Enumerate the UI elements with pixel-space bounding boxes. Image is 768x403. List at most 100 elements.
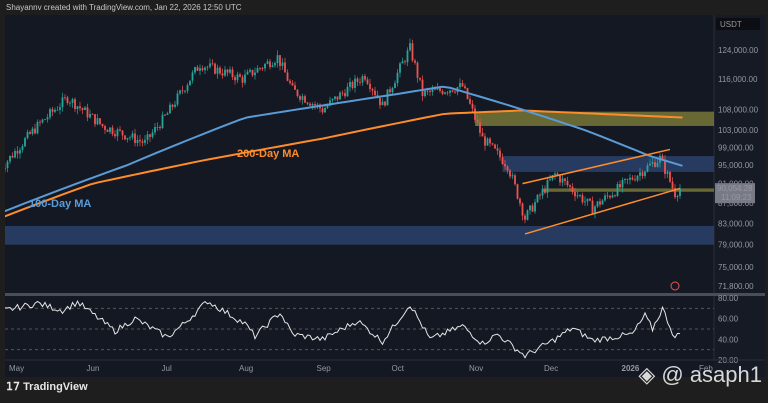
- candle: [294, 85, 296, 90]
- time-tick: Oct: [392, 364, 405, 373]
- candle: [396, 72, 399, 84]
- candle: [169, 104, 171, 114]
- candle: [646, 165, 649, 172]
- candle: [394, 83, 396, 89]
- price-tick: 108,000.00: [718, 106, 759, 115]
- candle: [509, 170, 511, 177]
- candle: [356, 78, 359, 82]
- candle: [386, 89, 389, 106]
- candle: [656, 162, 659, 167]
- candle: [156, 126, 159, 128]
- candle: [304, 96, 306, 103]
- candle: [224, 69, 226, 76]
- price-tick: 83,000.00: [718, 219, 754, 228]
- candle: [616, 184, 619, 196]
- chart-canvas[interactable]: 200-Day MA 100-Day MA USDT 124,000.00 116,00…: [5, 15, 765, 377]
- rsi-tick: 80.00: [718, 294, 739, 303]
- candle: [524, 215, 526, 220]
- candle: [79, 106, 81, 109]
- price-chart[interactable]: 200-Day MA 100-Day MA USDT 124,000.00 116,00…: [5, 15, 765, 377]
- candle: [441, 90, 444, 94]
- candle: [279, 55, 281, 66]
- candle: [536, 194, 539, 203]
- candle: [134, 133, 136, 143]
- candle: [549, 179, 551, 181]
- candle: [506, 166, 509, 171]
- rsi-tick: 40.00: [718, 335, 739, 344]
- candle: [591, 200, 594, 214]
- candle: [514, 175, 516, 185]
- candle: [204, 67, 206, 71]
- candle: [471, 103, 474, 109]
- candle: [5, 168, 6, 170]
- candle: [371, 89, 374, 91]
- candle: [339, 92, 341, 100]
- zone: [542, 188, 714, 192]
- lightning-icon[interactable]: [670, 281, 680, 291]
- last-price: 90,054.28: [717, 184, 753, 193]
- candle: [76, 106, 79, 110]
- candle: [36, 121, 39, 134]
- candle: [211, 63, 214, 65]
- candle: [366, 79, 369, 84]
- candle: [114, 134, 116, 137]
- candle: [54, 109, 56, 112]
- candle: [636, 175, 639, 181]
- pane-divider[interactable]: [5, 293, 765, 296]
- candle: [586, 198, 589, 202]
- candle: [46, 117, 49, 120]
- candle: [621, 179, 624, 188]
- candle: [234, 77, 236, 81]
- candle: [104, 126, 106, 130]
- candle: [124, 135, 126, 140]
- candle: [584, 201, 586, 203]
- candle: [379, 97, 381, 106]
- candle: [191, 72, 194, 81]
- candle: [424, 90, 426, 96]
- candle: [174, 104, 176, 107]
- ma200-label: 200-Day MA: [237, 148, 299, 160]
- candle: [531, 205, 534, 212]
- candle: [614, 195, 616, 197]
- candle: [306, 102, 309, 104]
- candle: [341, 92, 344, 94]
- candle: [604, 195, 606, 201]
- candle: [421, 79, 424, 96]
- candle: [299, 96, 301, 100]
- candle: [81, 108, 84, 111]
- candle: [101, 123, 104, 127]
- candle: [129, 137, 131, 139]
- candle: [374, 90, 376, 96]
- candle: [644, 171, 646, 177]
- candle: [19, 149, 21, 154]
- candle: [206, 66, 209, 68]
- candle: [354, 78, 356, 88]
- candle: [461, 83, 464, 87]
- candle: [449, 90, 451, 93]
- candle: [671, 181, 674, 189]
- candle: [629, 177, 631, 180]
- candle: [479, 122, 481, 133]
- candle: [609, 196, 611, 198]
- candle: [71, 99, 74, 103]
- candle: [649, 163, 651, 166]
- candle: [311, 104, 314, 106]
- rsi-tick: 60.00: [718, 315, 739, 324]
- candle: [576, 195, 579, 197]
- price-tick: 116,000.00: [718, 75, 758, 84]
- candle: [274, 63, 276, 66]
- candle: [9, 155, 11, 162]
- candle: [554, 173, 556, 176]
- candle: [401, 61, 404, 64]
- time-tick: 2026: [622, 364, 640, 373]
- candle: [74, 99, 76, 110]
- candle: [484, 136, 486, 146]
- candle: [126, 137, 129, 140]
- candle: [161, 114, 164, 129]
- candle: [66, 97, 69, 104]
- candle: [14, 150, 16, 158]
- candle: [574, 191, 576, 197]
- candle: [496, 148, 499, 151]
- candle: [164, 114, 166, 116]
- candle: [301, 96, 304, 100]
